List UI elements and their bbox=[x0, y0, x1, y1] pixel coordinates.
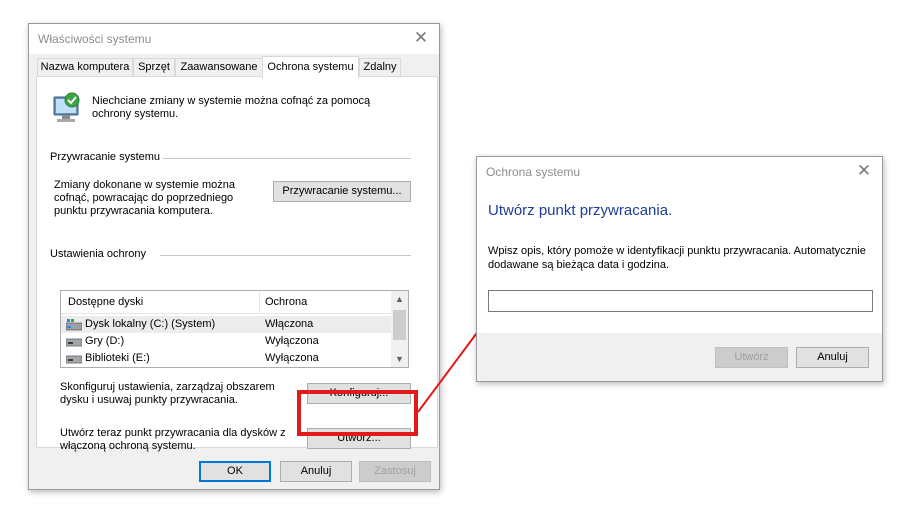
create-button[interactable]: Utwórz bbox=[715, 347, 788, 368]
close-icon[interactable]: ✕ bbox=[854, 161, 874, 181]
dialog-title: Ochrona systemu bbox=[486, 165, 581, 179]
create-restore-point-dialog: Ochrona systemu ✕ Utwórz punkt przywraca… bbox=[476, 156, 883, 382]
dialog-description: Wpisz opis, który pomoże w identyfikacji… bbox=[488, 245, 866, 271]
tab-label: Ochrona systemu bbox=[267, 61, 354, 73]
cancel-button[interactable]: Anuluj bbox=[796, 347, 869, 368]
button-label: Utwórz bbox=[734, 351, 769, 363]
title-bar: Ochrona systemu ✕ bbox=[477, 157, 882, 185]
dialog-content: Utwórz punkt przywracania. Wpisz opis, k… bbox=[477, 185, 882, 333]
tab-system-protection[interactable]: Ochrona systemu bbox=[262, 56, 359, 79]
dialog-heading: Utwórz punkt przywracania. bbox=[488, 202, 673, 219]
description-input[interactable] bbox=[488, 290, 873, 312]
button-label: Anuluj bbox=[817, 351, 848, 363]
